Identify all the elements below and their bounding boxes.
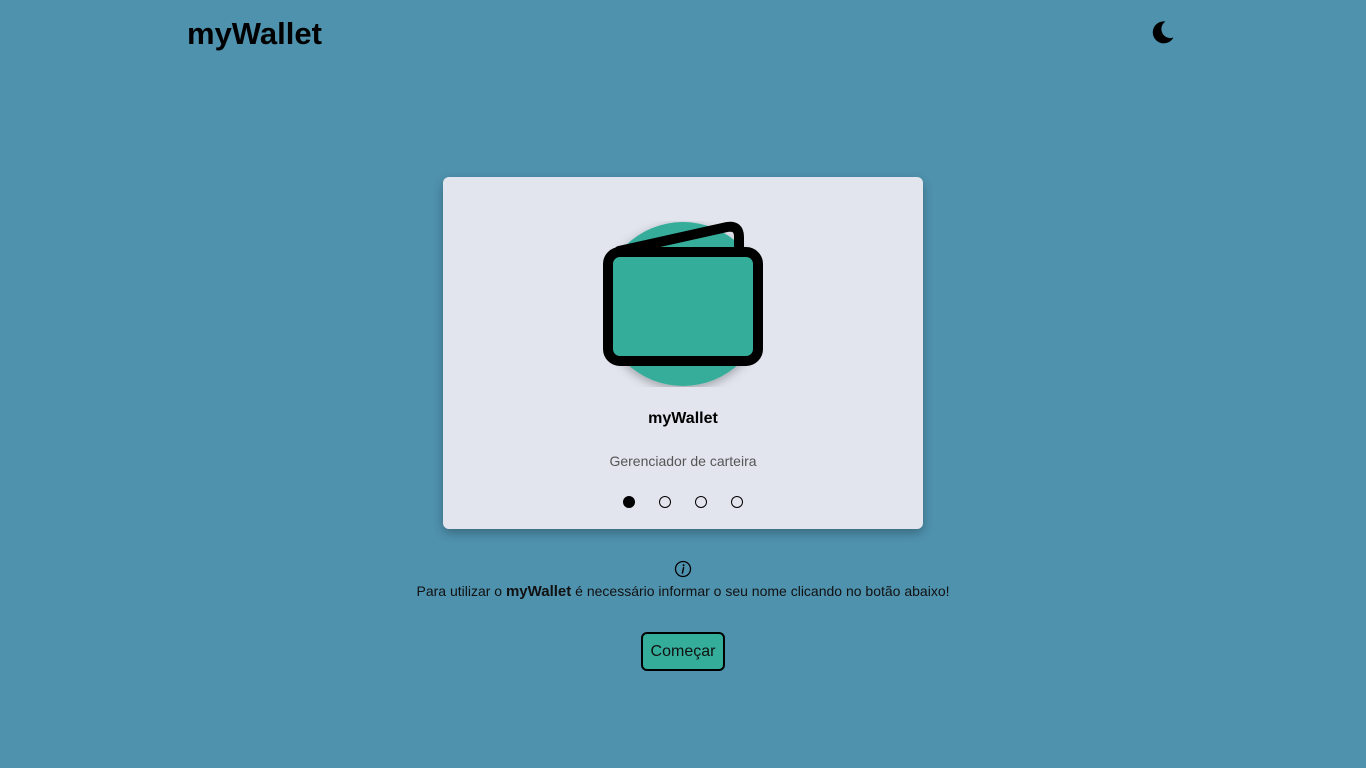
app-header: myWallet (0, 0, 1366, 70)
info-text-before: Para utilizar o (416, 583, 506, 599)
info-brand: myWallet (505, 583, 572, 600)
pagination-dot-4[interactable] (731, 496, 743, 508)
pagination-dot-2[interactable] (659, 496, 671, 508)
carousel-pagination (623, 496, 743, 510)
info-icon (674, 560, 692, 578)
onboarding-card: myWallet Gerenciador de carteira (443, 177, 923, 529)
wallet-body (603, 247, 763, 366)
card-subtitle: Gerenciador de carteira (609, 453, 757, 469)
brand-title: myWallet (187, 16, 322, 51)
start-button[interactable]: Começar (641, 632, 725, 671)
moon-icon[interactable] (1148, 18, 1176, 46)
info-message: Para utilizar o myWallet é necessário in… (0, 581, 1366, 602)
pagination-dot-1[interactable] (623, 496, 635, 508)
wallet-icon (603, 221, 763, 386)
info-text-after: é necessário informar o seu nome clicand… (571, 583, 950, 599)
pagination-dot-3[interactable] (695, 496, 707, 508)
card-title: myWallet (648, 410, 718, 427)
